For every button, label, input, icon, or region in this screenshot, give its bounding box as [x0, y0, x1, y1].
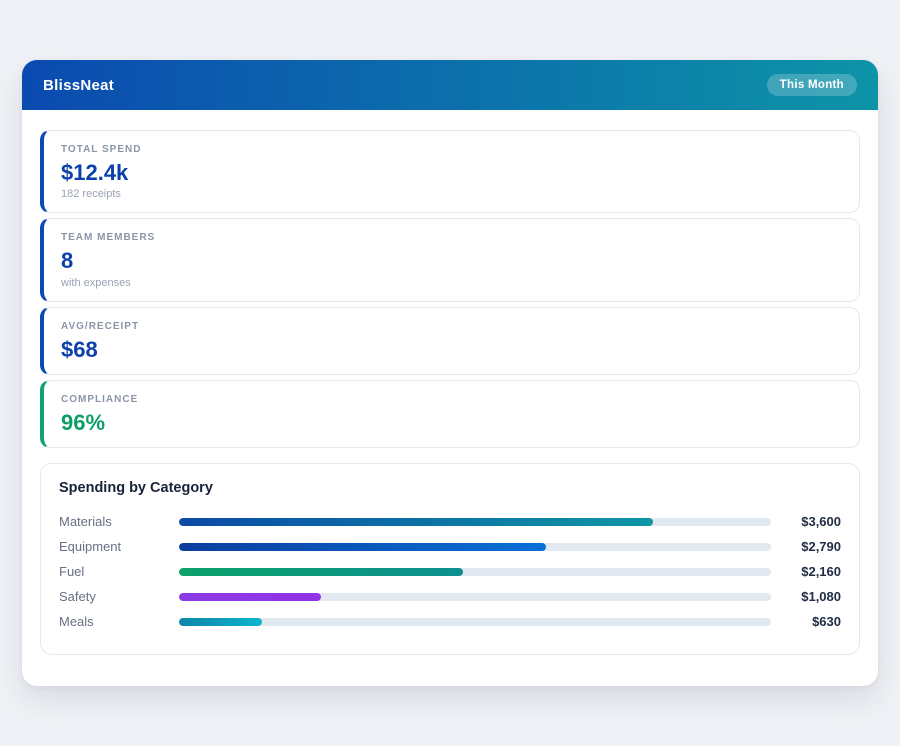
category-label: Materials: [59, 514, 112, 530]
category-bars: Materials $3,600 Equipment $2,790 Fuel $…: [59, 509, 841, 634]
bar-track: [179, 542, 771, 551]
category-label: Equipment: [59, 539, 122, 555]
dashboard-content: TOTAL SPEND $12.4k 182 receipts TEAM MEM…: [22, 110, 878, 656]
bar-fill: [179, 517, 653, 526]
category-bar-row: Materials $3,600: [59, 509, 841, 534]
period-badge[interactable]: This Month: [766, 74, 857, 96]
stat-label: AVG/RECEIPT: [61, 320, 140, 332]
stat-card: TEAM MEMBERS 8 with expenses: [40, 218, 860, 302]
bar-fill: [179, 542, 547, 551]
category-value: $2,790: [801, 539, 841, 555]
app-header: BlissNeat This Month: [22, 60, 878, 110]
stat-subtitle: 182 receipts: [61, 188, 121, 201]
stat-subtitle: with expenses: [61, 276, 131, 289]
section-title: Spending by Category: [59, 480, 213, 497]
category-bar-row: Fuel $2,160: [59, 559, 841, 584]
category-value: $2,160: [801, 564, 841, 580]
stats-list: TOTAL SPEND $12.4k 182 receipts TEAM MEM…: [40, 130, 860, 449]
bar-track: [179, 617, 771, 626]
app-title: BlissNeat: [43, 76, 115, 94]
spending-by-category-card: Spending by Category Materials $3,600 Eq…: [40, 463, 860, 656]
stat-card: COMPLIANCE 96%: [40, 379, 860, 449]
bar-fill: [179, 617, 262, 626]
bar-fill: [179, 567, 464, 576]
stat-card: TOTAL SPEND $12.4k 182 receipts: [40, 130, 860, 214]
category-bar-row: Safety $1,080: [59, 584, 841, 609]
stat-label: TOTAL SPEND: [61, 144, 142, 155]
category-value: $630: [812, 614, 841, 630]
stat-card: AVG/RECEIPT $68: [40, 306, 860, 375]
dashboard-card: BlissNeat This Month TOTAL SPEND $12.4k …: [22, 60, 878, 686]
category-label: Fuel: [59, 564, 85, 580]
bar-fill: [179, 592, 322, 601]
category-label: Safety: [59, 589, 96, 605]
category-label: Meals: [59, 614, 94, 630]
stat-value: 96%: [61, 409, 106, 435]
stat-label: COMPLIANCE: [61, 393, 139, 405]
bar-track: [179, 517, 771, 526]
bar-track: [179, 592, 771, 601]
category-bar-row: Equipment $2,790: [59, 534, 841, 559]
stat-value: $12.4k: [61, 160, 129, 185]
stat-value: $68: [61, 336, 98, 362]
category-bar-row: Meals $630: [59, 609, 841, 634]
stat-label: TEAM MEMBERS: [61, 232, 156, 244]
bar-track: [179, 567, 771, 576]
category-value: $1,080: [801, 589, 841, 605]
category-value: $3,600: [801, 514, 841, 530]
stat-value: 8: [61, 248, 74, 274]
